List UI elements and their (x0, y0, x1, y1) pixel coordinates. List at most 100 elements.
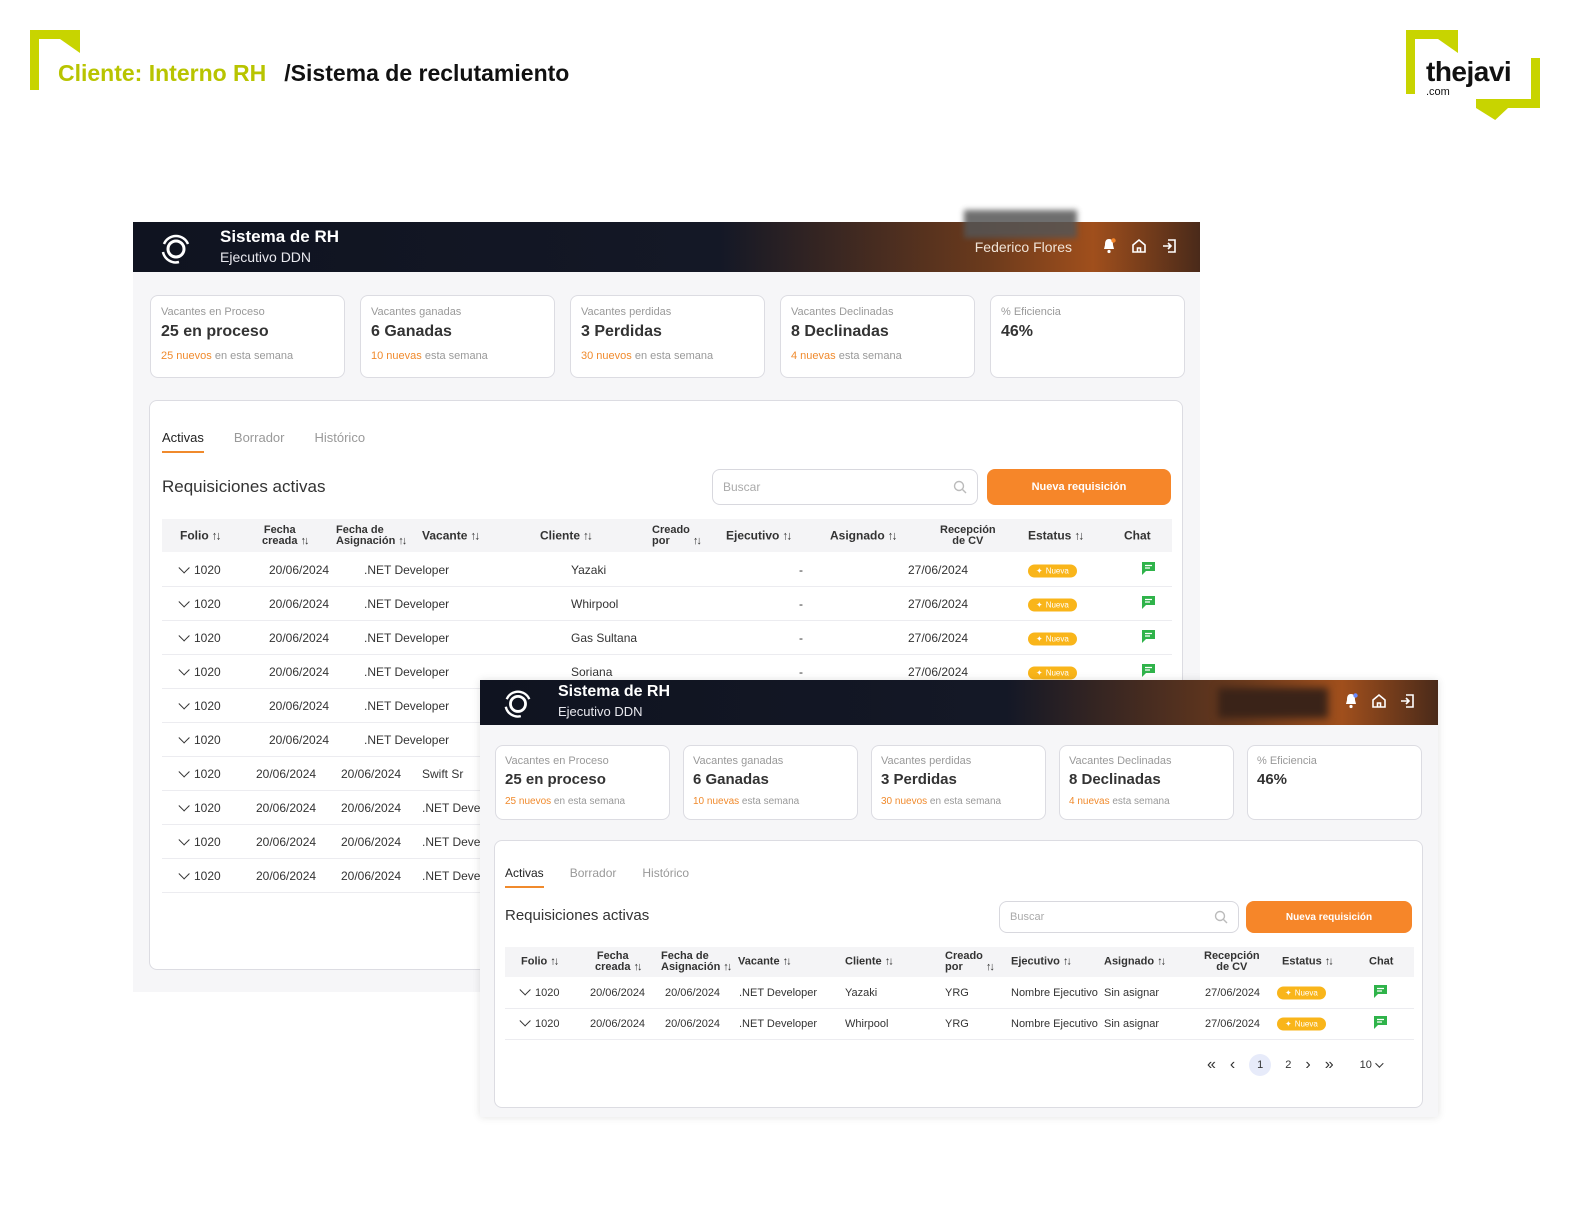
chevron-down-icon[interactable] (178, 595, 190, 608)
search-input[interactable]: Buscar (712, 469, 978, 505)
last-page-button[interactable]: » (1325, 1056, 1334, 1074)
kpi-label: % Eficiencia (1001, 306, 1061, 318)
brand-logo-icon (161, 234, 190, 264)
col-folio[interactable]: Folio ↑↓ (180, 529, 222, 541)
col-creado-por[interactable]: Creado por ↑↓ (945, 951, 995, 973)
new-requisition-button[interactable]: Nueva requisición (1246, 901, 1412, 933)
page-2-button[interactable]: 2 (1285, 1059, 1291, 1071)
kpi-card-eficiencia: % Eficiencia 46% (990, 295, 1185, 378)
col-ejecutivo[interactable]: Ejecutivo ↑↓ (726, 529, 792, 541)
status-badge: ✦ Nueva (1028, 564, 1077, 577)
col-fecha-creada[interactable]: Fecha creada ↑↓ (595, 951, 642, 973)
slide-title: Cliente: Interno RH/Sistema de reclutami… (58, 60, 569, 87)
col-ejecutivo[interactable]: Ejecutivo ↑↓ (1011, 956, 1072, 968)
col-fecha-creada[interactable]: Fecha creada ↑↓ (262, 524, 309, 547)
kpi-value: 8 Declinadas (791, 323, 889, 340)
chevron-down-icon[interactable] (178, 765, 190, 778)
prev-page-button[interactable]: ‹ (1230, 1056, 1235, 1074)
chat-icon[interactable] (1372, 1014, 1389, 1031)
kpi-card-perdidas: Vacantes perdidas 3 Perdidas 30 nuevos e… (570, 295, 765, 378)
col-asignado[interactable]: Asignado ↑↓ (1104, 956, 1166, 968)
app-title: Sistema de RH (558, 683, 671, 700)
table-row[interactable]: 1020 20/06/2024 20/06/2024 .NET Develope… (505, 978, 1414, 1009)
blurred-user-name (1218, 688, 1328, 718)
chevron-down-icon[interactable] (178, 663, 190, 676)
chevron-down-icon[interactable] (178, 731, 190, 744)
kpi-highlight: 30 nuevos (581, 350, 632, 362)
kpi-label: Vacantes ganadas (693, 755, 784, 767)
chevron-down-icon[interactable] (178, 867, 190, 880)
col-cliente[interactable]: Cliente ↑↓ (845, 956, 894, 968)
table-row[interactable]: 1020 20/06/2024 20/06/2024 .NET Develope… (505, 1009, 1414, 1040)
tab-borrador[interactable]: Borrador (234, 430, 285, 445)
chat-icon[interactable] (1372, 983, 1389, 1000)
table-row[interactable]: 1020 20/06/2024 .NET Developer Whirpool … (162, 587, 1172, 621)
logout-icon[interactable] (1398, 692, 1416, 710)
kpi-card-proceso: Vacantes en Proceso 25 en proceso 25 nue… (495, 745, 670, 820)
new-requisition-button[interactable]: Nueva requisición (987, 469, 1171, 505)
top-bar-icons (1100, 237, 1178, 255)
chevron-down-icon[interactable] (178, 561, 190, 574)
col-vacante[interactable]: Vacante ↑↓ (422, 529, 480, 541)
chat-icon[interactable] (1140, 594, 1157, 611)
kpi-sub: en esta semana (927, 796, 1002, 807)
tab-activas[interactable]: Activas (162, 430, 204, 453)
kpi-sub: esta semana (1109, 796, 1170, 807)
logout-icon[interactable] (1160, 237, 1178, 255)
status-badge: ✦ Nueva (1277, 1017, 1326, 1031)
thejavi-logo: thejavi .com (1406, 30, 1540, 120)
bell-icon[interactable] (1100, 237, 1118, 255)
kpi-label: Vacantes perdidas (581, 306, 672, 318)
chevron-down-icon[interactable] (178, 833, 190, 846)
brand-logo-icon (504, 690, 531, 718)
home-icon[interactable] (1370, 692, 1388, 710)
app-subtitle: Ejecutivo DDN (220, 249, 312, 265)
kpi-label: Vacantes en Proceso (505, 755, 609, 767)
kpi-highlight: 25 nuevos (161, 350, 212, 362)
col-vacante[interactable]: Vacante ↑↓ (738, 956, 792, 968)
page-size-select[interactable]: 10 (1360, 1059, 1384, 1071)
slide-system: /Sistema de reclutamiento (284, 60, 570, 86)
tab-historico[interactable]: Histórico (642, 866, 689, 880)
slide-client: Cliente: Interno RH (58, 60, 267, 86)
col-creado-por[interactable]: Creado por ↑↓ (652, 524, 702, 547)
chevron-down-icon[interactable] (178, 697, 190, 710)
kpi-sub: en esta semana (631, 350, 714, 362)
col-chat: Chat (1124, 528, 1151, 542)
chat-icon[interactable] (1140, 662, 1157, 679)
col-asignado[interactable]: Asignado ↑↓ (830, 529, 898, 541)
tab-historico[interactable]: Histórico (314, 430, 365, 445)
col-estatus[interactable]: Estatus ↑↓ (1282, 956, 1334, 968)
kpi-card-perdidas: Vacantes perdidas 3 Perdidas 30 nuevos e… (871, 745, 1046, 820)
chevron-down-icon[interactable] (178, 799, 190, 812)
page-1-button[interactable]: 1 (1249, 1054, 1272, 1076)
user-name[interactable]: Federico Flores (975, 239, 1072, 255)
chevron-down-icon[interactable] (519, 984, 531, 996)
search-input[interactable]: Buscar (999, 901, 1239, 933)
table-header: Folio ↑↓ Fecha creada ↑↓ Fecha de Asignación… (505, 947, 1414, 977)
table-row[interactable]: 1020 20/06/2024 .NET Developer Yazaki - … (162, 553, 1172, 587)
kpi-card-ganadas: Vacantes ganadas 6 Ganadas 10 nuevas est… (360, 295, 555, 378)
kpi-value: 46% (1257, 771, 1288, 788)
kpi-card-proceso: Vacantes en Proceso 25 en proceso 25 nue… (150, 295, 345, 378)
table-row[interactable]: 1020 20/06/2024 .NET Developer Gas Sulta… (162, 621, 1172, 655)
col-fecha-asignacion[interactable]: Fecha de Asignación ↑↓ (661, 951, 732, 973)
next-page-button[interactable]: › (1305, 1056, 1310, 1074)
chevron-down-icon[interactable] (178, 629, 190, 642)
chevron-down-icon[interactable] (519, 1015, 531, 1027)
col-cliente[interactable]: Cliente ↑↓ (540, 529, 593, 541)
col-folio[interactable]: Folio ↑↓ (521, 956, 559, 968)
section-title: Requisiciones activas (505, 907, 650, 924)
first-page-button[interactable]: « (1207, 1056, 1216, 1074)
col-fecha-asignacion[interactable]: Fecha de Asignación ↑↓ (336, 524, 407, 547)
kpi-sub: esta semana (421, 350, 488, 362)
kpi-value: 46% (1001, 323, 1034, 340)
tab-activas[interactable]: Activas (505, 866, 544, 888)
chat-icon[interactable] (1140, 628, 1157, 645)
chat-icon[interactable] (1140, 560, 1157, 577)
tab-borrador[interactable]: Borrador (570, 866, 617, 880)
bell-icon[interactable] (1342, 692, 1360, 710)
home-icon[interactable] (1130, 237, 1148, 255)
kpi-value: 8 Declinadas (1069, 771, 1161, 788)
col-estatus[interactable]: Estatus ↑↓ (1028, 529, 1084, 541)
